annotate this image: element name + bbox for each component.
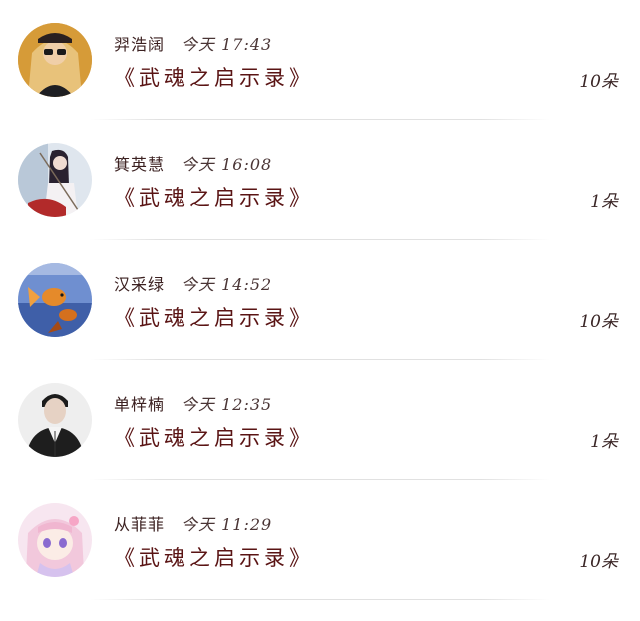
timestamp: 今天 16:08 [181, 155, 273, 174]
user-name: 汉采绿 [114, 275, 166, 294]
timestamp: 今天 17:43 [181, 35, 273, 54]
avatar[interactable] [18, 143, 92, 217]
gift-list: 羿浩阔 今天 17:43 《武魂之启示录》 10朵 箕英慧 今天 16:08 《武魂… [0, 0, 640, 600]
book-title[interactable]: 《武魂之启示录》 [114, 302, 314, 332]
flower-count: 1朵 [590, 192, 618, 212]
book-title[interactable]: 《武魂之启示录》 [114, 62, 314, 92]
flower-count: 1朵 [590, 432, 618, 452]
list-item[interactable]: 汉采绿 今天 14:52 《武魂之启示录》 10朵 [0, 240, 640, 360]
user-name: 从菲菲 [114, 515, 166, 534]
book-title[interactable]: 《武魂之启示录》 [114, 542, 314, 572]
avatar-photo-goldfish-icon [18, 263, 92, 337]
timestamp: 今天 12:35 [181, 395, 273, 414]
list-item[interactable]: 箕英慧 今天 16:08 《武魂之启示录》 1朵 [0, 120, 640, 240]
timestamp: 今天 14:52 [181, 275, 273, 294]
avatar-photo-man-coat-icon [18, 383, 92, 457]
list-item[interactable]: 从菲菲 今天 11:29 《武魂之启示录》 10朵 [0, 480, 640, 600]
avatar[interactable] [18, 263, 92, 337]
list-item[interactable]: 羿浩阔 今天 17:43 《武魂之启示录》 10朵 [0, 0, 640, 120]
list-item[interactable]: 单梓楠 今天 12:35 《武魂之启示录》 1朵 [0, 360, 640, 480]
item-meta: 汉采绿 今天 14:52 [114, 271, 272, 295]
flower-count: 10朵 [579, 72, 618, 92]
flower-count: 10朵 [579, 312, 618, 332]
user-name: 羿浩阔 [114, 35, 166, 54]
avatar-photo-woman-sunglasses-icon [18, 23, 92, 97]
item-meta: 箕英慧 今天 16:08 [114, 151, 272, 175]
timestamp: 今天 11:29 [181, 515, 273, 534]
book-title[interactable]: 《武魂之启示录》 [114, 182, 314, 212]
item-meta: 单梓楠 今天 12:35 [114, 391, 272, 415]
user-name: 箕英慧 [114, 155, 166, 174]
item-meta: 羿浩阔 今天 17:43 [114, 31, 272, 55]
flower-count: 10朵 [579, 552, 618, 572]
avatar[interactable] [18, 23, 92, 97]
item-meta: 从菲菲 今天 11:29 [114, 511, 272, 535]
user-name: 单梓楠 [114, 395, 166, 414]
book-title[interactable]: 《武魂之启示录》 [114, 422, 314, 452]
avatar-photo-hanfu-girl-icon [18, 143, 92, 217]
avatar-anime-girl-pink-icon [18, 503, 92, 577]
avatar[interactable] [18, 503, 92, 577]
avatar[interactable] [18, 383, 92, 457]
